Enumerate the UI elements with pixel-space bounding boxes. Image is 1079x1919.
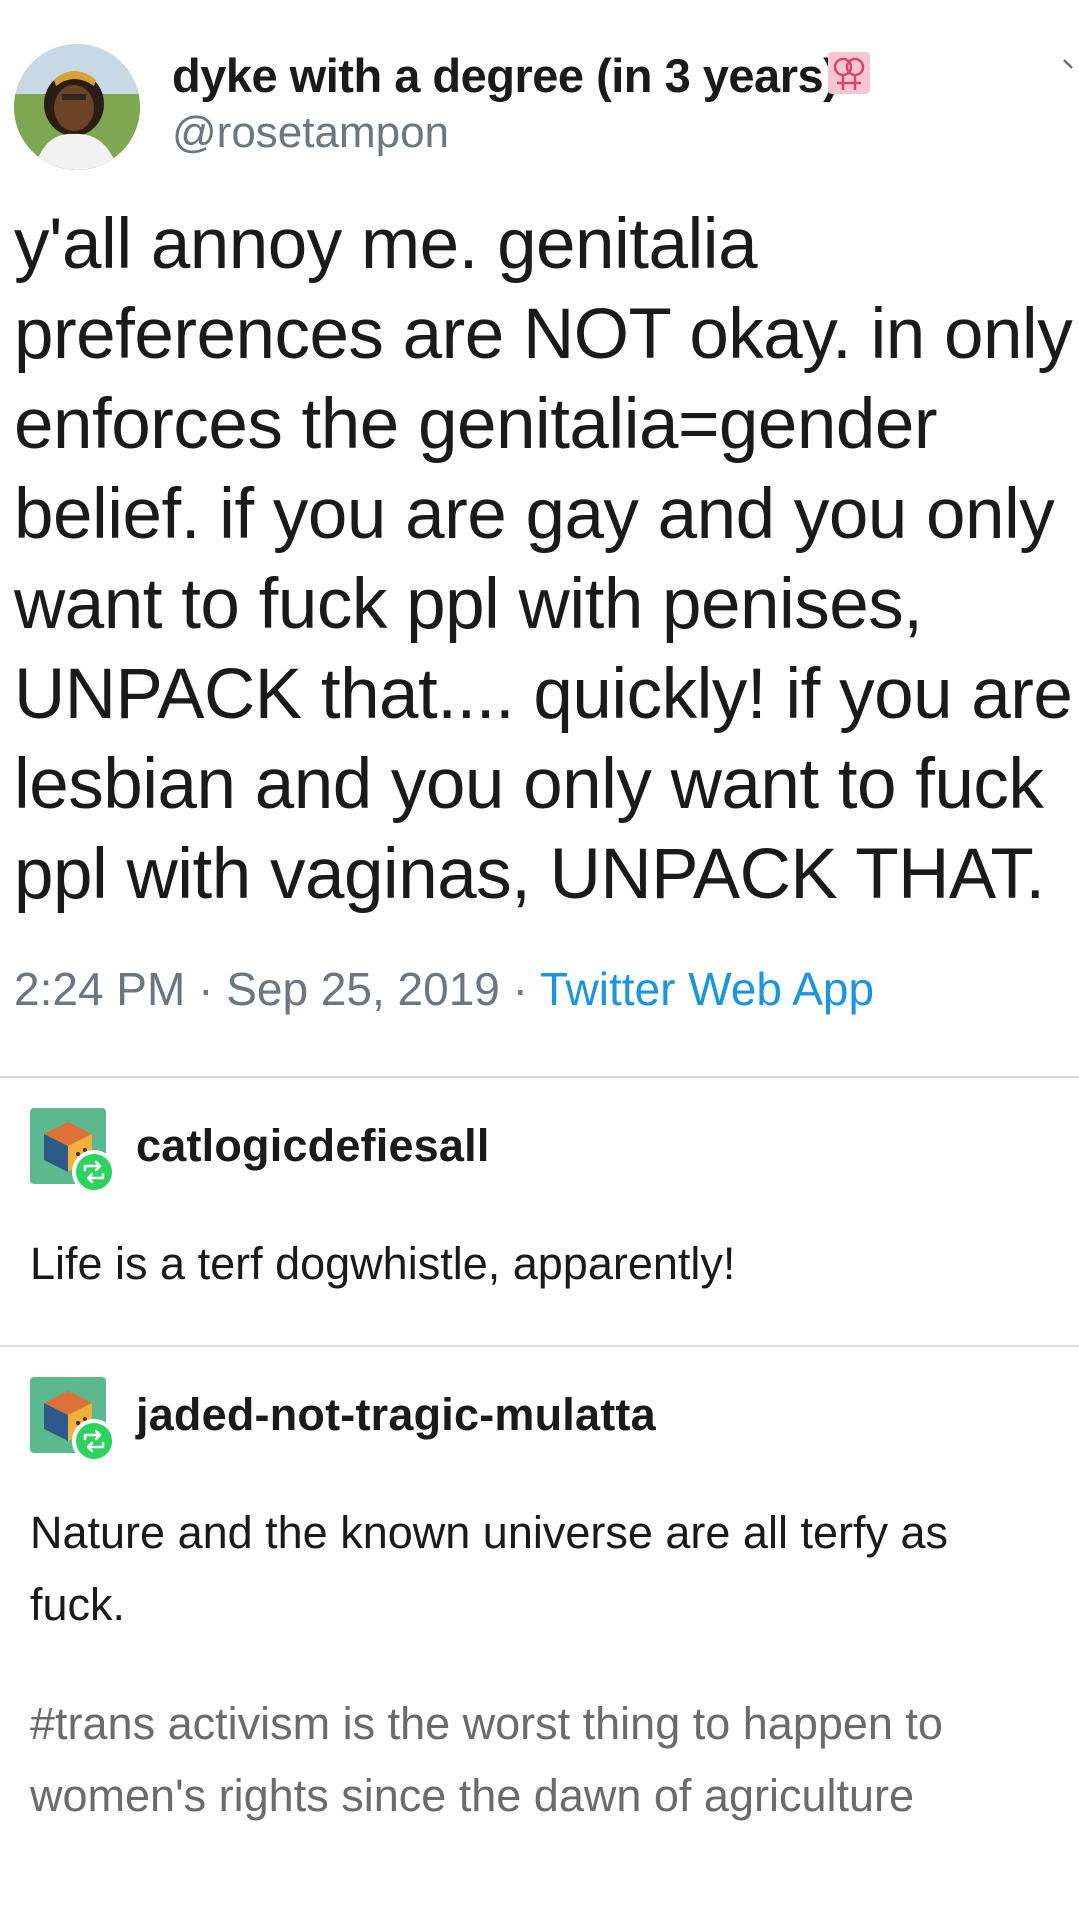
reblog-username[interactable]: catlogicdefiesall bbox=[136, 1120, 490, 1172]
embedded-tweet: dyke with a degree (in 3 years) @rosetam… bbox=[0, 0, 1079, 1075]
reblog-username[interactable]: jaded-not-tragic-mulatta bbox=[136, 1389, 656, 1441]
double-venus-icon bbox=[828, 52, 870, 94]
tweet-date[interactable]: Sep 25, 2019 bbox=[226, 963, 500, 1015]
display-name[interactable]: dyke with a degree (in 3 years) bbox=[172, 48, 839, 103]
reblog-tags[interactable]: #trans activism is the worst thing to ha… bbox=[30, 1688, 1050, 1832]
reblog-text: Nature and the known universe are all te… bbox=[30, 1507, 948, 1630]
tweet-avatar[interactable] bbox=[14, 44, 140, 170]
reblog-text: Life is a terf dogwhistle, apparently! bbox=[30, 1238, 736, 1289]
tweet-timestamp: 2:24 PM · Sep 25, 2019 · Twitter Web App bbox=[14, 962, 874, 1016]
profile-photo-icon bbox=[14, 44, 140, 170]
chevron-down-icon[interactable] bbox=[1062, 56, 1079, 76]
user-handle[interactable]: @rosetampon bbox=[172, 108, 449, 158]
meta-separator: · bbox=[499, 963, 540, 1015]
meta-separator: · bbox=[185, 963, 227, 1015]
tweet-body: y'all annoy me. genitalia preferences ar… bbox=[14, 205, 1073, 914]
reblog-icon bbox=[72, 1150, 116, 1194]
reblog-icon bbox=[72, 1419, 116, 1463]
reblog-entry: jaded-not-tragic-mulatta Nature and the … bbox=[0, 1347, 1079, 1919]
tweet-time[interactable]: 2:24 PM bbox=[14, 963, 185, 1015]
reblog-entry: catlogicdefiesall Life is a terf dogwhis… bbox=[0, 1078, 1079, 1344]
tweet-source-link[interactable]: Twitter Web App bbox=[540, 963, 874, 1015]
